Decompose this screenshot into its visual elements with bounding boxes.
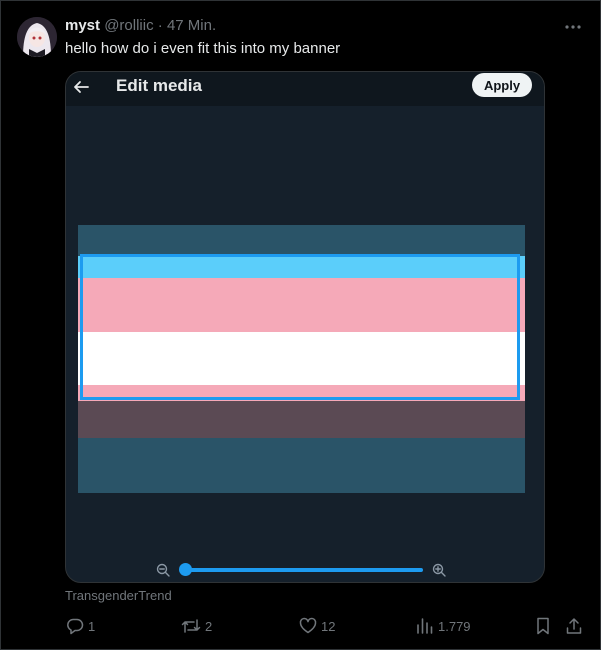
reply-icon [67, 618, 84, 635]
retweet-button[interactable]: 2 [181, 616, 212, 636]
apply-button: Apply [472, 73, 532, 97]
separator-dot: · [157, 17, 163, 34]
bookmark-icon [537, 617, 549, 635]
like-count: 12 [321, 618, 336, 634]
author-handle[interactable]: @rolliic [104, 17, 153, 34]
media-image[interactable]: Edit media Apply [65, 71, 545, 583]
zoom-slider-handle[interactable] [179, 563, 192, 576]
view-count: 1.779 [438, 618, 471, 634]
more-icon [565, 25, 581, 29]
author-name[interactable]: myst [65, 17, 100, 34]
reply-button[interactable]: 1 [66, 616, 95, 636]
flag-stripe-outer-bottom [78, 438, 525, 493]
like-icon [299, 617, 317, 634]
reply-count: 1 [88, 618, 96, 634]
source-label[interactable]: TransgenderTrend [65, 588, 172, 604]
share-button[interactable] [565, 616, 583, 636]
retweet-count: 2 [205, 618, 213, 634]
zoom-out-icon[interactable] [156, 563, 170, 577]
more-button[interactable] [563, 18, 583, 36]
views-button[interactable]: 1.779 [416, 616, 471, 636]
bookmark-button[interactable] [535, 616, 551, 636]
retweet-icon [181, 619, 201, 633]
back-arrow-icon [74, 81, 89, 93]
crop-frame[interactable] [80, 254, 520, 400]
flag-stripe-outer-top [78, 225, 525, 256]
tweet-text: hello how do i even fit this into my ban… [65, 40, 341, 57]
timestamp[interactable]: 47 Min. [167, 17, 216, 34]
flag-stripe-dim-pink [78, 401, 525, 438]
zoom-in-icon[interactable] [432, 563, 446, 577]
share-icon [566, 618, 582, 634]
edit-media-title: Edit media [116, 76, 202, 95]
edit-media-header: Edit media Apply [66, 72, 544, 106]
like-button[interactable]: 12 [299, 616, 335, 636]
zoom-slider-track[interactable] [186, 568, 423, 572]
tweet-header: myst @rolliic · 47 Min. [65, 16, 216, 36]
views-icon [417, 618, 433, 634]
avatar[interactable] [17, 17, 57, 57]
